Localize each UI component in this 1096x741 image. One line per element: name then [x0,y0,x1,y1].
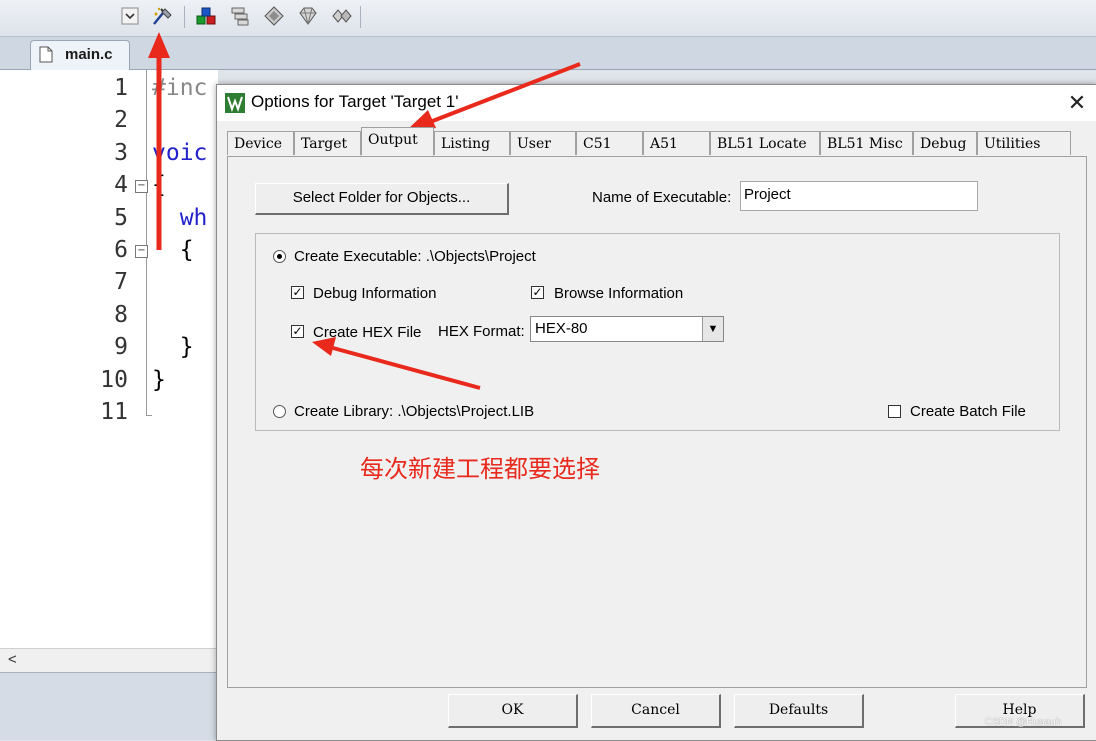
toolbar-separator [360,6,361,28]
file-tab-label: main.c [65,46,113,63]
tab-user[interactable]: User [510,131,576,155]
select-folder-button[interactable]: Select Folder for Objects... [255,183,509,215]
create-hex-file-label: Create HEX File [313,324,422,341]
line-number: 9 [114,334,128,361]
create-batch-file-label: Create Batch File [910,403,1026,420]
create-library-label: Create Library: .\Objects\Project.LIB [294,403,535,420]
debug-information-label: Debug Information [313,285,437,302]
code-lines: #inc voic { wh { } } [152,72,218,428]
defaults-button[interactable]: Defaults [734,694,864,728]
create-executable-radio[interactable] [273,250,286,263]
dialog-tabs: Device Target Output Listing User C51 A5… [227,127,1087,157]
code-line: { [152,172,166,199]
watermark: CSDN @Huaauh [985,717,1062,728]
component-icon[interactable] [194,4,218,28]
main-toolbar [0,0,1096,37]
name-of-executable-label: Name of Executable: [592,189,732,206]
multi-gem-icon[interactable] [330,4,354,28]
line-number: 2 [114,107,128,134]
create-library-radio[interactable] [273,405,286,418]
options-for-target-icon[interactable] [150,4,174,28]
tab-output[interactable]: Output [361,127,434,156]
tab-listing[interactable]: Listing [434,131,510,155]
ok-button[interactable]: OK [448,694,578,728]
file-icon [39,46,53,68]
scroll-left-icon[interactable]: < [8,651,17,668]
line-number: 10 [100,366,128,393]
create-hex-file-checkbox[interactable]: ✓ [291,325,304,338]
gem-icon[interactable] [296,4,320,28]
tab-c51[interactable]: C51 [576,131,643,155]
keil-logo-icon [225,93,245,118]
tab-a51[interactable]: A51 [643,131,710,155]
debug-information-checkbox[interactable]: ✓ [291,286,304,299]
tab-bl51-misc[interactable]: BL51 Misc [820,131,913,155]
close-icon[interactable]: ✕ [1063,89,1091,117]
code-line: wh [152,204,208,231]
line-number: 11 [100,398,128,425]
tab-debug[interactable]: Debug [913,131,977,155]
horizontal-scrollbar[interactable]: < [0,648,218,673]
hex-format-label: HEX Format: [438,323,525,340]
code-line: } [152,366,166,393]
line-number: 7 [114,269,128,296]
tab-device[interactable]: Device [227,131,294,155]
dialog-title: Options for Target 'Target 1' [251,92,459,111]
annotation-text: 每次新建工程都要选择 [360,456,600,483]
hex-format-value: HEX-80 [535,320,588,337]
tab-bl51-locate[interactable]: BL51 Locate [710,131,820,155]
bottom-panel [0,672,218,740]
browse-information-checkbox[interactable]: ✓ [531,286,544,299]
stack-icon[interactable] [228,4,252,28]
code-line: voic [152,139,208,166]
line-number: 5 [114,204,128,231]
toolbar-separator [184,6,185,28]
diamond-icon[interactable] [262,4,286,28]
hex-format-select[interactable]: HEX-80 ▼ [530,316,724,342]
line-number: 6 [114,236,128,263]
dropdown-icon[interactable] [118,4,142,28]
line-number: 8 [114,301,128,328]
chevron-down-icon[interactable]: ▼ [702,317,723,341]
line-number: 4 [114,172,128,199]
code-line: #inc [152,75,208,101]
options-dialog: Options for Target 'Target 1' ✕ Device T… [216,84,1096,741]
browse-information-label: Browse Information [554,285,684,302]
line-number: 1 [114,75,128,101]
file-tab-main-c[interactable]: main.c [30,40,130,70]
code-line: { [152,236,194,263]
editor-tab-strip [0,37,1096,70]
fold-toggle-icon[interactable]: − [135,245,148,258]
code-line: } [152,334,194,361]
cancel-button[interactable]: Cancel [591,694,721,728]
tab-target[interactable]: Target [294,131,361,155]
create-batch-file-checkbox[interactable] [888,405,901,418]
line-number: 3 [114,139,128,166]
line-numbers: 1 2 3 4 5 6 7 8 9 10 11 [0,72,128,428]
dialog-titlebar[interactable]: Options for Target 'Target 1' ✕ [217,85,1096,121]
name-of-executable-input[interactable]: Project [740,181,978,211]
create-executable-label: Create Executable: .\Objects\Project [294,248,536,265]
tab-utilities[interactable]: Utilities [977,131,1071,155]
fold-toggle-icon[interactable]: − [135,180,148,193]
fold-line [146,70,147,415]
